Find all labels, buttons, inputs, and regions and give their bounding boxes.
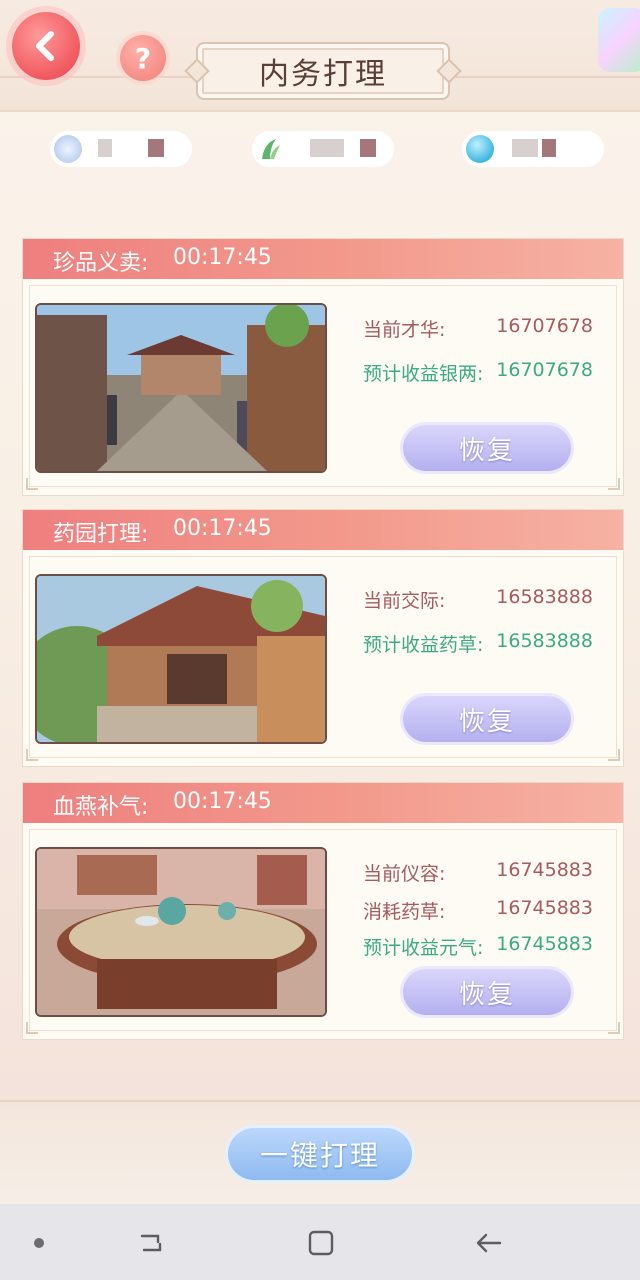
back-button[interactable] <box>12 12 80 80</box>
blue-orb-icon <box>466 135 494 163</box>
restore-button[interactable]: 恢复 <box>403 696 571 742</box>
stat-value: 16707678 <box>496 315 593 337</box>
card-title: 珍品义卖: <box>53 251 149 276</box>
back-nav-icon[interactable] <box>474 1228 504 1258</box>
stat-label: 当前交际: <box>363 590 446 612</box>
event-badge-icon[interactable] <box>598 8 640 72</box>
resource-silver <box>50 131 192 167</box>
card-header: 药园打理: 00:17:45 <box>23 510 623 550</box>
resource-orb <box>462 131 604 167</box>
help-button[interactable]: ? <box>120 35 166 81</box>
card-timer: 00:17:45 <box>173 789 272 814</box>
task-card-herb-garden: 药园打理: 00:17:45 当前交际: 16583888 预计收益药草: 16… <box>22 509 624 767</box>
stat-value: 16745883 <box>496 933 593 955</box>
silver-coin-icon <box>54 135 82 163</box>
card-header: 血燕补气: 00:17:45 <box>23 783 623 823</box>
card-timer: 00:17:45 <box>173 245 272 270</box>
resource-herb <box>252 131 394 167</box>
stat-label: 当前仪容: <box>363 863 446 885</box>
restore-button[interactable]: 恢复 <box>403 969 571 1015</box>
top-header: ? 内务打理 <box>0 0 640 112</box>
card-title: 血燕补气: <box>53 795 149 820</box>
stat-value: 16707678 <box>496 359 593 381</box>
title-plate: 内务打理 <box>196 42 450 100</box>
stat-value: 16745883 <box>496 859 593 881</box>
stat-value: 16745883 <box>496 897 593 919</box>
card-title: 药园打理: <box>53 522 149 547</box>
recent-apps-icon[interactable] <box>136 1228 166 1258</box>
stat-label: 预计收益银两: <box>363 363 484 385</box>
one-click-manage-button[interactable]: 一键打理 <box>228 1128 412 1180</box>
nav-dot-icon[interactable] <box>34 1238 44 1248</box>
herb-icon <box>256 135 284 163</box>
stat-label: 消耗药草: <box>363 901 446 923</box>
herb-garden-scene-image <box>35 574 327 744</box>
stat-label: 预计收益药草: <box>363 634 484 656</box>
stat-label: 预计收益元气: <box>363 937 484 959</box>
card-header: 珍品义卖: 00:17:45 <box>23 239 623 279</box>
card-timer: 00:17:45 <box>173 516 272 541</box>
home-icon[interactable] <box>306 1228 336 1258</box>
stat-label: 当前才华: <box>363 319 446 341</box>
restore-button[interactable]: 恢复 <box>403 425 571 471</box>
chevron-left-icon <box>36 31 54 61</box>
task-card-charity-sale: 珍品义卖: 00:17:45 当前才华: 16707678 预计收益银两: 16… <box>22 238 624 496</box>
question-mark-icon: ? <box>134 41 152 75</box>
stat-value: 16583888 <box>496 630 593 652</box>
market-scene-image <box>35 303 327 473</box>
page-title: 内务打理 <box>259 57 387 92</box>
stat-value: 16583888 <box>496 586 593 608</box>
system-nav-bar <box>0 1204 640 1280</box>
task-card-bird-nest: 血燕补气: 00:17:45 当前仪容: 16745883 消耗药草: 1674… <box>22 782 624 1040</box>
tea-table-scene-image <box>35 847 327 1017</box>
